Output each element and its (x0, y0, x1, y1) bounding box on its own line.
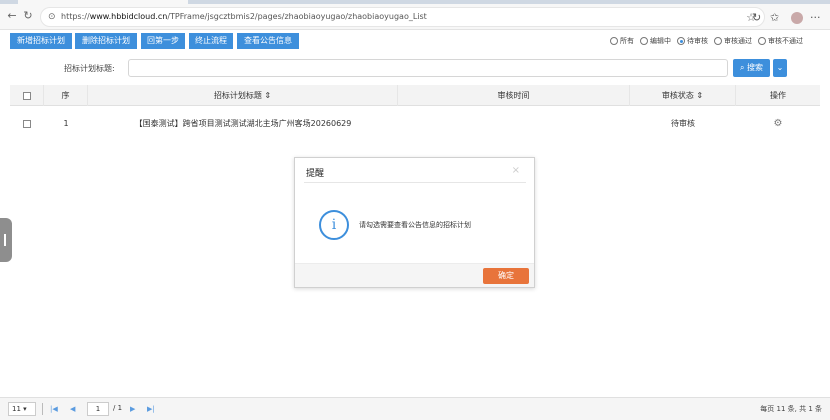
reminder-dialog: 提醒 × i 请勾选需要查看公告信息的招标计划 确定 (294, 157, 535, 288)
chevron-down-icon: ⌄ (776, 63, 784, 72)
url-field[interactable]: ⊙ https://www.hbbidcloud.cn/TPFrame/jsgc… (40, 7, 765, 27)
page-info: 每页 11 条, 共 1 条 (760, 405, 822, 413)
filter-all[interactable]: 所有 (610, 36, 634, 46)
column-header-actions: 操作 (770, 91, 786, 100)
lock-icon: ⊙ (48, 12, 56, 22)
last-page-icon[interactable]: ▶| (147, 403, 155, 415)
terminate-flow-button[interactable]: 终止流程 (189, 33, 233, 49)
total-pages: / 1 (113, 404, 123, 412)
dialog-divider (304, 182, 526, 183)
address-bar-row: ← ↻ ⊙ https://www.hbbidcloud.cn/TPFrame/… (0, 4, 830, 30)
search-input[interactable] (128, 59, 728, 77)
select-all-cell (10, 85, 44, 106)
filter-editing[interactable]: 编辑中 (640, 36, 671, 46)
url-text: https://www.hbbidcloud.cn/TPFrame/jsgczt… (61, 12, 427, 21)
row-title: 【国泰测试】跨省项目测试测试湖北主场广州客场20260629 (134, 119, 352, 128)
grip-icon (4, 234, 6, 246)
radio-dot (610, 37, 618, 45)
page-number-input[interactable]: 1 (87, 402, 109, 416)
close-icon[interactable]: × (512, 165, 520, 176)
search-label: 招标计划标题: (64, 64, 115, 73)
filter-pending[interactable]: 待审核 (677, 36, 708, 46)
back-icon[interactable]: ← (6, 10, 18, 22)
dialog-footer: 确定 (295, 263, 534, 287)
pager-divider (42, 403, 43, 415)
column-header-index: 序 (44, 85, 88, 106)
search-row: 招标计划标题: ⌕ 搜索 ⌄ (0, 55, 830, 81)
sort-icon: ⇕ (264, 91, 272, 100)
filter-approved[interactable]: 审核通过 (714, 36, 752, 46)
search-button[interactable]: ⌕ 搜索 (733, 59, 770, 77)
column-header-title[interactable]: 招标计划标题 ⇕ (88, 85, 398, 106)
prev-page-icon[interactable]: ◀ (70, 403, 75, 415)
delete-plan-button[interactable]: 删除招标计划 (75, 33, 137, 49)
more-menu-icon[interactable]: ··· (810, 12, 821, 24)
action-toolbar: 新增招标计划 删除招标计划 回第一步 终止流程 查看公告信息 所有 编辑中 待审… (0, 30, 830, 52)
row-index: 1 (63, 119, 69, 128)
search-icon: ⌕ (739, 63, 745, 72)
row-select-cell (10, 113, 44, 134)
radio-dot-selected (677, 37, 685, 45)
column-header-status[interactable]: 审核状态 ⇕ (630, 85, 736, 106)
advanced-search-toggle[interactable]: ⌄ (773, 59, 787, 77)
radio-dot (714, 37, 722, 45)
sort-icon: ⇕ (696, 91, 704, 100)
dialog-title: 提醒 (306, 169, 325, 179)
reload-icon[interactable]: ↻ (22, 10, 34, 22)
info-icon: i (319, 210, 349, 240)
row-status: 待审核 (671, 119, 695, 128)
first-page-icon[interactable]: |◀ (50, 403, 58, 415)
radio-dot (758, 37, 766, 45)
side-panel-handle[interactable] (0, 218, 12, 262)
dialog-message: 请勾选需要查看公告信息的招标计划 (359, 221, 471, 229)
favorites-icon[interactable]: ✩ (770, 12, 779, 24)
row-review-time (398, 113, 630, 134)
radio-dot (640, 37, 648, 45)
view-announcement-button[interactable]: 查看公告信息 (237, 33, 299, 49)
gear-icon[interactable]: ⚙ (774, 118, 783, 129)
row-checkbox[interactable] (23, 119, 31, 128)
pagination-bar: 11 ▾ |◀ ◀ 1 / 1 ▶ ▶| 每页 11 条, 共 1 条 (0, 397, 830, 420)
profile-avatar[interactable] (791, 12, 803, 24)
column-header-review-time: 审核时间 (398, 85, 630, 106)
next-page-icon[interactable]: ▶ (130, 403, 135, 415)
refresh-extension-icon[interactable]: ↻ (752, 12, 761, 24)
chevron-down-icon: ▾ (23, 405, 27, 413)
page-size-select[interactable]: 11 ▾ (8, 402, 36, 416)
confirm-button[interactable]: 确定 (483, 268, 529, 284)
grid-header: 序 招标计划标题 ⇕ 审核时间 审核状态 ⇕ 操作 (10, 85, 820, 106)
filter-rejected[interactable]: 审核不通过 (758, 36, 803, 46)
add-plan-button[interactable]: 新增招标计划 (10, 33, 72, 49)
select-all-checkbox[interactable] (22, 91, 31, 100)
row-actions: ⚙ (736, 113, 820, 134)
table-row[interactable]: 1 【国泰测试】跨省项目测试测试湖北主场广州客场20260629 待审核 ⚙ (10, 113, 820, 134)
back-to-first-step-button[interactable]: 回第一步 (141, 33, 185, 49)
status-filter-group: 所有 编辑中 待审核 审核通过 审核不通过 (610, 34, 809, 48)
